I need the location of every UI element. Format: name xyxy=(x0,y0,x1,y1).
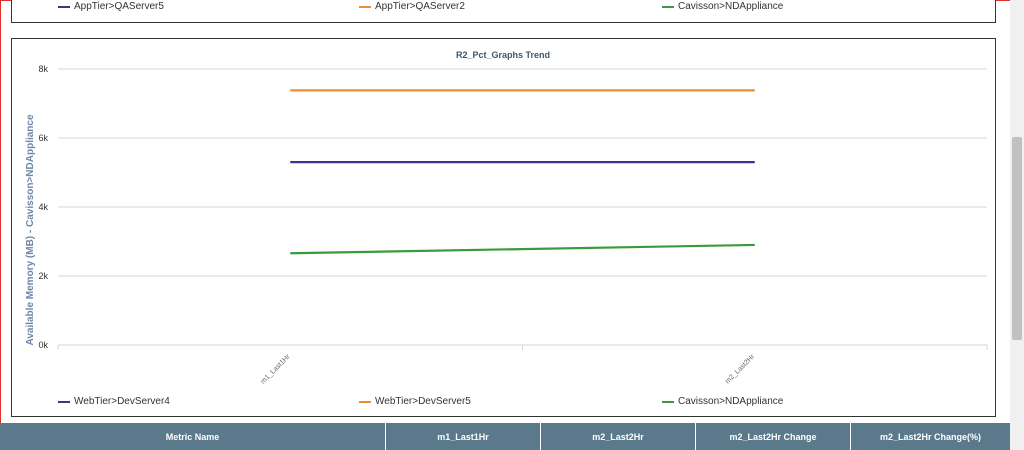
legend-item-webtier-devserver4[interactable]: WebTier>DevServer4 xyxy=(58,396,170,407)
legend-label: Cavisson>NDAppliance xyxy=(678,396,784,407)
legend-label: WebTier>DevServer4 xyxy=(74,396,170,407)
series-lines xyxy=(290,89,755,255)
chart-title: R2_Pct_Graphs Trend xyxy=(456,50,550,60)
column-header-m2-last2hr[interactable]: m2_Last2Hr xyxy=(541,423,696,450)
y-tick-label: 0k xyxy=(38,340,48,350)
trend-chart: R2_Pct_Graphs Trend Available Memory (MB… xyxy=(25,50,988,385)
grid-lines xyxy=(58,68,987,346)
axes: 0k 2k 4k 6k 8k m1_Last1Hr m2_Last2Hr xyxy=(38,64,988,385)
legend-swatch xyxy=(359,5,371,8)
scrollbar-thumb[interactable] xyxy=(1012,137,1022,340)
legend-item-cavisson-ndappliance[interactable]: Cavisson>NDAppliance xyxy=(662,1,783,12)
metrics-table-header: Metric Name m1_Last1Hr m2_Last2Hr m2_Las… xyxy=(0,423,1010,450)
y-tick-label: 6k xyxy=(38,133,48,143)
legend-item-webtier-devserver5[interactable]: WebTier>DevServer5 xyxy=(359,396,471,407)
column-header-metric-name[interactable]: Metric Name xyxy=(0,423,386,450)
legend-label: Cavisson>NDAppliance xyxy=(678,1,784,12)
legend-label: AppTier>QAServer5 xyxy=(74,1,164,12)
legend-item-appTier-qaserver5[interactable]: AppTier>QAServer5 xyxy=(58,1,164,12)
legend-label: AppTier>QAServer2 xyxy=(375,1,465,12)
legend-label: WebTier>DevServer5 xyxy=(375,396,471,407)
y-tick-label: 8k xyxy=(38,64,48,74)
column-header-m2-last2hr-change-pct[interactable]: m2_Last2Hr Change(%) xyxy=(851,423,1010,450)
previous-chart-legend: AppTier>QAServer5 AppTier>QAServer2 Cavi… xyxy=(11,0,996,23)
legend-item-cavisson-ndappliance[interactable]: Cavisson>NDAppliance xyxy=(662,396,783,407)
legend-swatch xyxy=(662,400,674,403)
x-tick-label: m2_Last2Hr xyxy=(724,353,756,385)
y-tick-label: 4k xyxy=(38,202,48,212)
column-header-m2-last2hr-change[interactable]: m2_Last2Hr Change xyxy=(696,423,851,450)
legend-swatch xyxy=(359,400,371,403)
y-tick-label: 2k xyxy=(38,271,48,281)
legend-swatch xyxy=(662,5,674,8)
x-tick-label: m1_Last1Hr xyxy=(260,353,292,385)
legend-item-appTier-qaserver2[interactable]: AppTier>QAServer2 xyxy=(359,1,465,12)
legend-swatch xyxy=(58,5,70,8)
y-axis-label: Available Memory (MB) - Cavisson>NDAppli… xyxy=(25,114,36,346)
trend-chart-panel: R2_Pct_Graphs Trend Available Memory (MB… xyxy=(11,38,996,417)
legend-swatch xyxy=(58,400,70,403)
series-line[interactable] xyxy=(290,243,755,255)
column-header-m1-last1hr[interactable]: m1_Last1Hr xyxy=(386,423,541,450)
